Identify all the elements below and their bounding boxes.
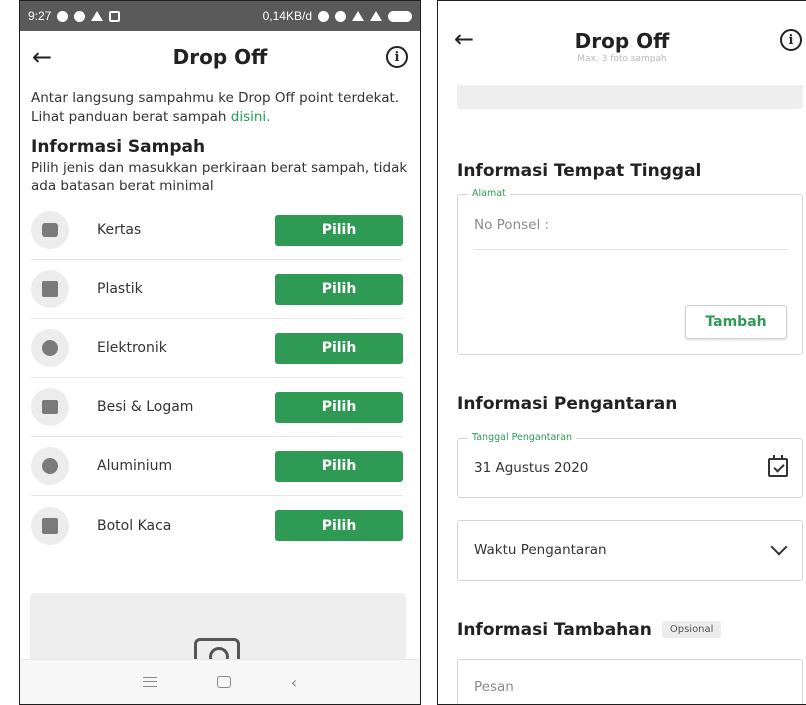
waste-info-subtitle: Pilih jenis dan masukkan perkiraan berat… xyxy=(31,160,408,194)
waste-label: Aluminium xyxy=(97,458,173,474)
select-kertas-button[interactable]: Pilih xyxy=(275,214,403,246)
intro-text: Antar langsung sampahmu ke Drop Off poin… xyxy=(20,83,420,127)
optional-badge: Opsional xyxy=(661,621,722,638)
back-nav-icon[interactable]: ‹ xyxy=(291,673,297,692)
menu-nav-icon[interactable] xyxy=(142,677,157,687)
additional-info-header: Informasi Tambahan Opsional xyxy=(457,620,722,640)
waste-label: Botol Kaca xyxy=(97,517,172,534)
chat-icon xyxy=(74,10,86,22)
info-icon[interactable]: i xyxy=(386,46,408,68)
wifi-icon xyxy=(370,11,382,21)
page-title: Drop Off xyxy=(172,45,268,69)
waste-row-kertas: Kertas Pilih xyxy=(31,201,403,260)
divider xyxy=(474,249,788,250)
waste-label: Kertas xyxy=(97,222,142,238)
address-field[interactable]: Alamat No Ponsel : Tambah xyxy=(457,188,803,355)
battery-icon xyxy=(388,10,412,22)
waste-info-title: Informasi Sampah xyxy=(31,137,206,157)
app-bar: ← Drop Off i Max. 3 foto sampah xyxy=(438,1,806,85)
home-nav-icon[interactable] xyxy=(216,676,231,688)
waste-row-elektronik: Elektronik Pilih xyxy=(31,319,403,378)
time-placeholder: Waktu Pengantaran xyxy=(474,542,607,558)
waste-row-botol-kaca: Botol Kaca Pilih xyxy=(31,496,403,555)
signal-icon xyxy=(352,11,364,21)
waste-row-besi-logam: Besi & Logam Pilih xyxy=(31,378,403,437)
page-title: Drop Off xyxy=(574,29,670,53)
left-screen: 9:27 0,14KB/d ← Drop Off i Antar langsun… xyxy=(19,0,421,705)
paper-icon xyxy=(31,211,69,249)
select-elektronik-button[interactable]: Pilih xyxy=(275,332,403,364)
add-address-button[interactable]: Tambah xyxy=(685,305,787,339)
message-field[interactable]: Pesan xyxy=(457,659,803,704)
back-arrow-icon[interactable]: ← xyxy=(32,43,52,71)
delivery-title: Informasi Pengantaran xyxy=(457,394,678,414)
address-legend: Alamat xyxy=(468,188,510,199)
waste-row-aluminium: Aluminium Pilih xyxy=(31,437,403,496)
back-arrow-icon[interactable]: ← xyxy=(454,25,474,53)
delivery-time-select[interactable]: Waktu Pengantaran xyxy=(457,520,803,581)
waste-row-plastik: Plastik Pilih xyxy=(31,260,403,319)
glass-bottle-icon xyxy=(31,506,69,545)
waste-label: Plastik xyxy=(97,281,143,297)
calendar-icon[interactable] xyxy=(768,455,788,477)
right-screen: ← Drop Off i Max. 3 foto sampah Informas… xyxy=(437,0,806,705)
plastic-icon xyxy=(31,270,69,308)
waste-type-list: Kertas Pilih Plastik Pilih Elektronik Pi… xyxy=(20,195,420,555)
send-icon xyxy=(91,11,104,21)
additional-title: Informasi Tambahan xyxy=(457,620,652,640)
date-legend: Tanggal Pengantaran xyxy=(468,432,577,443)
waste-label: Besi & Logam xyxy=(97,399,194,415)
delivery-date-field[interactable]: Tanggal Pengantaran 31 Agustus 2020 xyxy=(457,432,803,498)
select-plastik-button[interactable]: Pilih xyxy=(275,273,403,305)
app-icon xyxy=(109,10,121,22)
app-bar: ← Drop Off i xyxy=(20,31,420,83)
guide-link[interactable]: disini. xyxy=(231,109,271,125)
intro-line-1: Antar langsung sampahmu ke Drop Off poin… xyxy=(31,90,400,106)
message-placeholder: Pesan xyxy=(474,679,514,695)
aluminium-icon xyxy=(31,447,69,485)
intro-line-2: Lihat panduan berat sampah xyxy=(31,109,231,125)
photo-upload-area[interactable] xyxy=(457,85,803,109)
network-speed: 0,14KB/d xyxy=(262,9,312,23)
info-icon[interactable]: i xyxy=(780,29,802,51)
status-bar: 9:27 0,14KB/d xyxy=(20,1,420,31)
alarm-icon xyxy=(335,10,346,22)
phone-label: No Ponsel : xyxy=(474,217,550,233)
electronic-icon xyxy=(31,329,69,367)
system-nav-bar: ‹ xyxy=(20,659,420,704)
sync-icon xyxy=(318,10,329,22)
select-botol-kaca-button[interactable]: Pilih xyxy=(275,510,403,541)
notification-icon xyxy=(57,10,69,22)
waste-label: Elektronik xyxy=(97,340,167,356)
photo-hint: Max. 3 foto sampah xyxy=(577,54,667,64)
select-besi-logam-button[interactable]: Pilih xyxy=(275,391,403,423)
chevron-down-icon[interactable] xyxy=(770,538,788,556)
status-time: 9:27 xyxy=(28,9,52,23)
metal-icon xyxy=(31,388,69,426)
residence-title: Informasi Tempat Tinggal xyxy=(457,161,702,181)
select-aluminium-button[interactable]: Pilih xyxy=(275,450,403,482)
date-value: 31 Agustus 2020 xyxy=(474,460,589,476)
